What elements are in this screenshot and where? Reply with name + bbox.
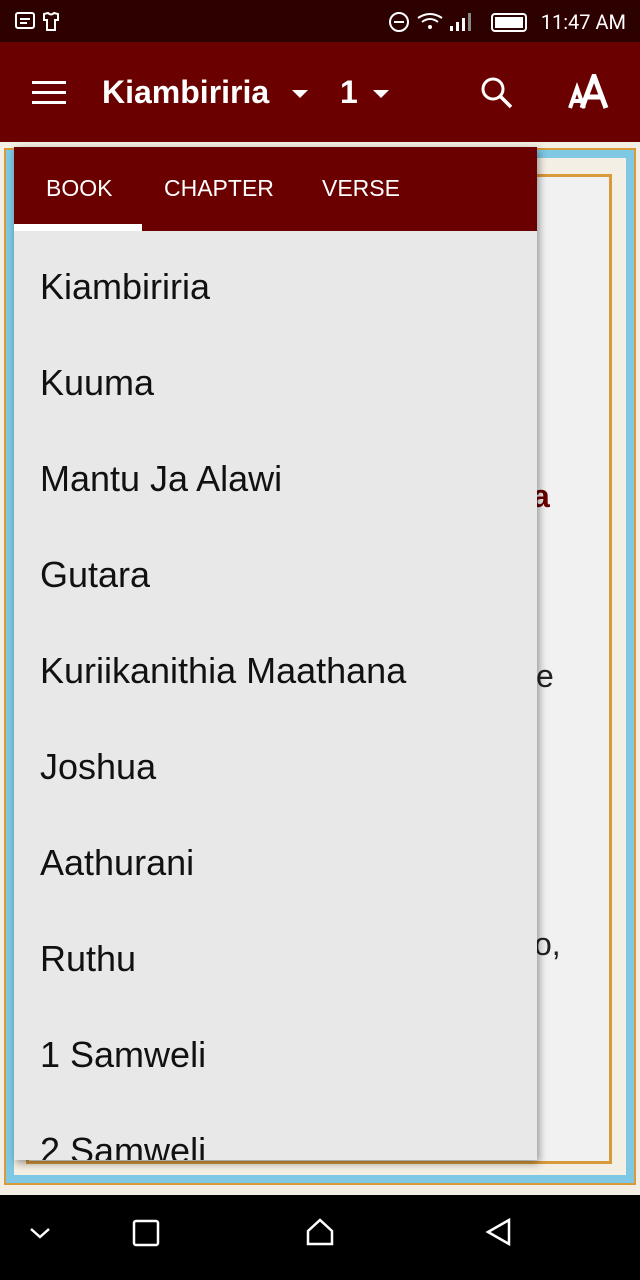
collapse-icon[interactable] [28,1225,52,1241]
book-item[interactable]: 2 Samweli [14,1095,537,1160]
notification-icons [15,11,59,31]
picker-tabs: BOOK CHAPTER VERSE [14,147,537,231]
font-size-icon[interactable] [568,74,614,110]
book-selector[interactable]: Kiambiriria [102,74,269,111]
recents-icon[interactable] [132,1219,160,1247]
tab-verse[interactable]: VERSE [322,175,400,202]
text-fragment: o, [534,926,561,962]
home-icon[interactable] [305,1217,335,1247]
system-status-icons [389,12,527,32]
book-item[interactable]: Gutara [14,519,537,615]
book-dropdown-icon[interactable] [292,90,308,98]
app-bar: Kiambiriria 1 [0,42,640,142]
book-list[interactable]: Kiambiriria Kuuma Mantu Ja Alawi Gutara … [14,231,537,1160]
tab-indicator [14,224,142,231]
chapter-dropdown-icon[interactable] [373,90,389,98]
status-bar: 11:47 AM [0,0,640,42]
back-icon[interactable] [484,1217,512,1247]
book-item[interactable]: Kuriikanithia Maathana [14,615,537,711]
book-item[interactable]: Kiambiriria [14,231,537,327]
book-item[interactable]: Mantu Ja Alawi [14,423,537,519]
book-item[interactable]: Kuuma [14,327,537,423]
menu-icon[interactable] [32,80,66,106]
tab-chapter[interactable]: CHAPTER [164,175,274,202]
navigation-bar [0,1195,640,1280]
text-fragment: e [536,658,554,694]
search-icon[interactable] [480,76,516,112]
chapter-selector[interactable]: 1 [340,74,358,111]
book-item[interactable]: Ruthu [14,903,537,999]
book-item[interactable]: Joshua [14,711,537,807]
book-picker: BOOK CHAPTER VERSE Kiambiriria Kuuma Man… [14,147,537,1160]
book-item[interactable]: 1 Samweli [14,999,537,1095]
book-item[interactable]: Aathurani [14,807,537,903]
clock: 11:47 AM [540,10,626,34]
tab-book[interactable]: BOOK [46,175,112,202]
